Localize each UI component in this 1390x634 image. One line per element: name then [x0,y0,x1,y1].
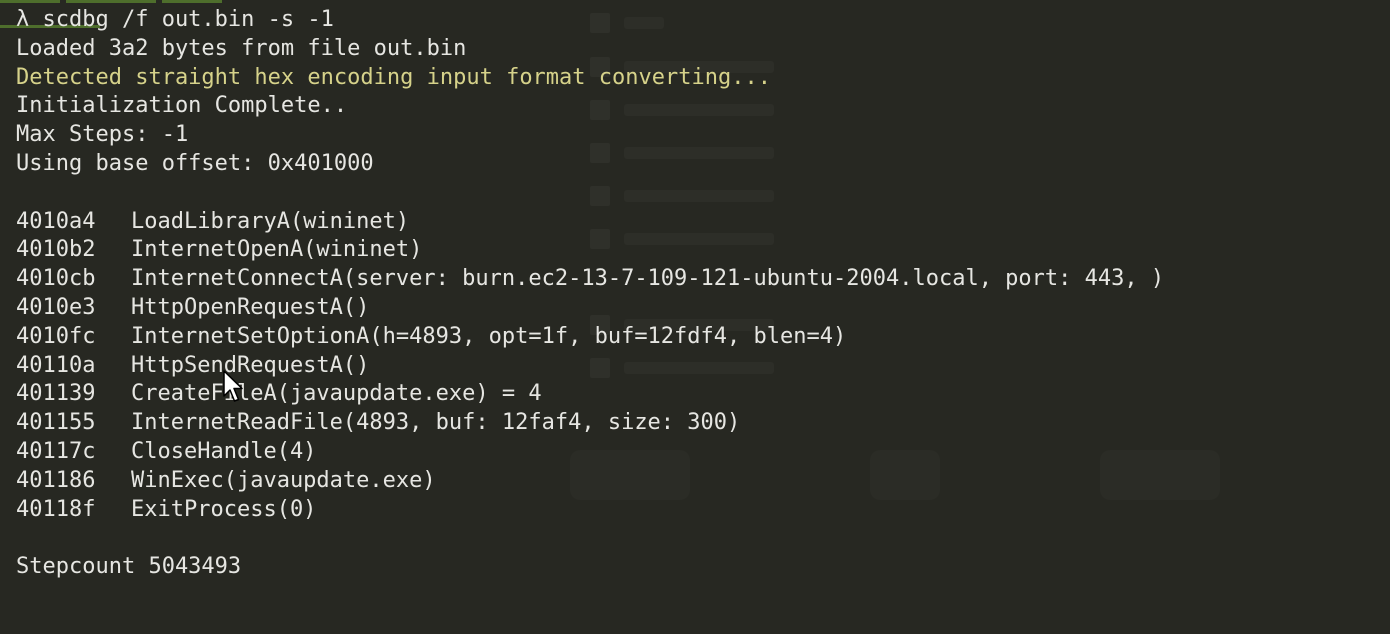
api-call: ExitProcess(0) [131,496,317,522]
api-call: CloseHandle(4) [131,438,317,464]
api-call-row: 401155 InternetReadFile(4893, buf: 12faf4… [16,409,1390,438]
api-call: HttpSendRequestA() [131,352,370,378]
output-line: Max Steps: -1 [16,122,189,148]
api-address: 4010fc [16,323,96,349]
api-call-row: 40118f ExitProcess(0) [16,496,1390,525]
api-call: InternetConnectA(server: burn.ec2-13-7-1… [131,266,1165,292]
api-call-row: 4010b2 InternetOpenA(wininet) [16,236,1390,265]
api-call-row: 4010e3 HttpOpenRequestA() [16,294,1390,323]
api-call-row: 4010a4 LoadLibraryA(wininet) [16,208,1390,237]
api-address: 4010a4 [16,208,96,234]
api-call: CreateFileA(javaupdate.exe) = 4 [131,381,542,407]
api-address: 40118f [16,496,96,522]
api-address: 401155 [16,410,96,436]
api-call: InternetOpenA(wininet) [131,237,423,263]
stepcount-line: Stepcount 5043493 [16,554,242,580]
terminal-output[interactable]: λ scdbg /f out.bin -s -1 Loaded 3a2 byte… [16,6,1390,582]
api-address: 4010b2 [16,237,96,263]
command-line[interactable]: λ scdbg /f out.bin -s -1 [16,6,1390,35]
arrow-cursor-icon [223,370,243,402]
output-line: Loaded 3a2 bytes from file out.bin [16,35,467,61]
api-address: 4010e3 [16,294,96,320]
previous-prompt-bar [0,0,330,28]
api-address: 401186 [16,467,96,493]
output-line: Detected straight hex encoding input for… [16,64,771,90]
api-call-row: 401186 WinExec(javaupdate.exe) [16,467,1390,496]
api-address: 401139 [16,381,96,407]
api-call: InternetSetOptionA(h=4893, opt=1f, buf=1… [131,323,847,349]
api-call-row: 4010fc InternetSetOptionA(h=4893, opt=1f,… [16,323,1390,352]
api-call: InternetReadFile(4893, buf: 12faf4, size… [131,410,741,436]
api-address: 40117c [16,438,96,464]
api-call-row: 40117c CloseHandle(4) [16,438,1390,467]
api-call: LoadLibraryA(wininet) [131,208,410,234]
api-address: 40110a [16,352,96,378]
terminal-window[interactable]: λ scdbg /f out.bin -s -1 Loaded 3a2 byte… [0,0,1390,634]
api-call: HttpOpenRequestA() [131,294,370,320]
api-address: 4010cb [16,266,96,292]
output-line: Using base offset: 0x401000 [16,150,374,176]
api-call-row: 4010cb InternetConnectA(server: burn.ec2-… [16,265,1390,294]
api-call: WinExec(javaupdate.exe) [131,467,436,493]
output-line: Initialization Complete.. [16,93,348,119]
